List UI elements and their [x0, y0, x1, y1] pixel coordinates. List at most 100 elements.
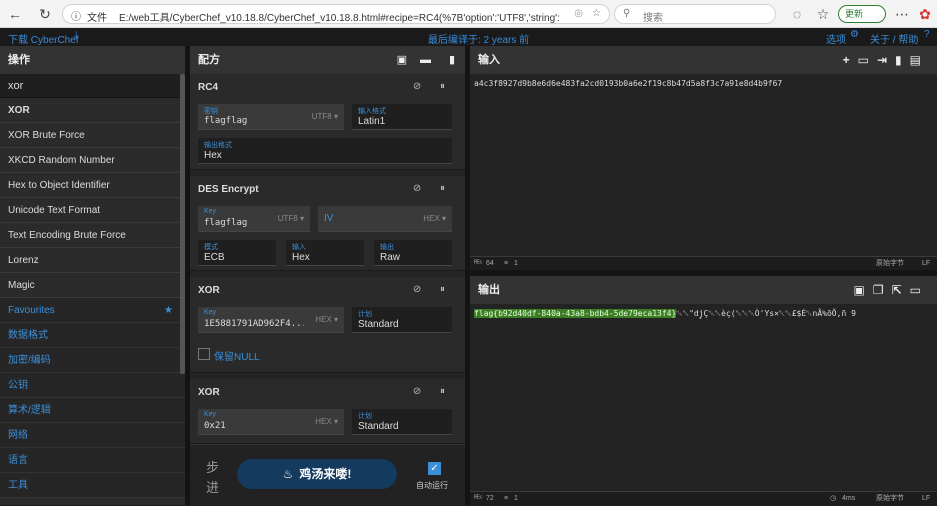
category-item[interactable]: 语言 [0, 448, 185, 473]
output-text[interactable]: flag{b92d40df-840a-43a8-bdb4-5de79eca13f… [474, 309, 856, 319]
operations-title: 操作 [0, 46, 185, 74]
extensions-icon[interactable]: ◌ [788, 5, 806, 23]
output-field[interactable]: 输出 Raw [374, 240, 452, 266]
autobake-checkbox[interactable]: ✓ [428, 462, 441, 475]
browser-toolbar: ← ↻ ⓘ 文件 E:/web工具/CyberChef_v10.18.8/Cyb… [0, 0, 937, 28]
save-icon[interactable]: ▣ [397, 46, 407, 74]
search-box[interactable]: ⚲ 搜索 [614, 4, 776, 24]
input-eol[interactable]: LF [922, 257, 930, 271]
output-toolbar[interactable]: ▣❐⇱▭ [854, 276, 930, 304]
encoding-dropdown[interactable]: UTF8 ▾ [312, 112, 338, 121]
help-icon[interactable]: ? [924, 29, 930, 40]
category-item[interactable]: 算术/逻辑 [0, 398, 185, 423]
step-label[interactable]: 进 [206, 477, 219, 496]
download-link[interactable]: 下载 CyberChef [8, 31, 79, 46]
recipe-op-xor-2: XOR ⊘ ⏸ Key 0x21 HEX ▾ 计划 Standard [190, 379, 465, 444]
op-controls[interactable]: ⊘ ⏸ [413, 81, 453, 92]
field-label: IV [324, 213, 334, 224]
encoding-dropdown[interactable]: UTF8 ▾ [278, 214, 304, 223]
top-banner: 下载 CyberChef ⤓ 最后编译于: 2 years 前 选项 ⚙ 关于 … [0, 28, 937, 46]
trash-icon[interactable]: ▮ [449, 46, 455, 74]
update-button[interactable]: 更新 [838, 5, 886, 23]
bake-label: 鸡汤来喽! [299, 467, 352, 481]
output-format-field[interactable]: 输出格式 Hex [198, 138, 452, 164]
category-label: Favourites [8, 305, 55, 316]
scheme-field[interactable]: 计划 Standard [352, 307, 452, 333]
field-label: 计划 [358, 413, 372, 420]
input-field[interactable]: 输入 Hex [286, 240, 364, 266]
encoding-dropdown[interactable]: HEX ▾ [423, 214, 446, 223]
download-icon: ⤓ [74, 30, 79, 41]
input-textarea[interactable]: a4c3f8927d9b8e6d6e483fa2cd0193b0a6e2f19c… [474, 79, 782, 88]
options-link[interactable]: 选项 [826, 31, 846, 46]
key-field[interactable]: Key flagflag UTF8 ▾ [198, 206, 310, 232]
null-preserving-checkbox[interactable] [198, 348, 210, 360]
field-label: Key [204, 411, 217, 418]
refresh-icon[interactable]: ↻ [36, 5, 54, 23]
op-controls[interactable]: ⊘ ⏸ [413, 284, 453, 295]
category-favourites[interactable]: Favourites ★ [0, 298, 185, 323]
recipe-panel: 配方 ▣ ▬ ▮ RC4 ⊘ ⏸ 密钥 flagflag UTF8 ▾ 输入格式… [190, 46, 465, 505]
op-controls[interactable]: ⊘ ⏸ [413, 183, 453, 194]
encoding-dropdown[interactable]: HEX ▾ [315, 315, 338, 324]
output-eol[interactable]: LF [922, 492, 930, 506]
input-lines: 1 [514, 260, 518, 267]
input-header: 输入 +▭⇥▮▤ [470, 46, 937, 74]
address-bar[interactable]: ⓘ 文件 E:/web工具/CyberChef_v10.18.8/CyberCh… [62, 4, 610, 24]
category-item[interactable]: 工具 [0, 473, 185, 498]
output-length: 72 [486, 495, 494, 502]
field-value: Standard [358, 421, 399, 432]
op-item[interactable]: XOR [0, 98, 185, 123]
file-label: 文件 [87, 13, 107, 24]
output-encoding[interactable]: 原始字节 [876, 492, 904, 506]
op-item[interactable]: Hex to Object Identifier [0, 173, 185, 198]
category-item[interactable]: 公钥 [0, 373, 185, 398]
iv-field[interactable]: IV HEX ▾ [318, 206, 452, 232]
operations-search-input[interactable]: xor [0, 74, 185, 98]
scheme-field[interactable]: 计划 Standard [352, 409, 452, 435]
op-item[interactable]: Magic [0, 273, 185, 298]
favorites-icon[interactable]: ☆ [814, 5, 832, 23]
clock-icon: ◷ [830, 495, 837, 502]
op-item[interactable]: XOR Brute Force [0, 123, 185, 148]
op-controls[interactable]: ⊘ ⏸ [413, 386, 453, 397]
lines-icon: ≡ [504, 260, 509, 267]
read-aloud-icon[interactable]: ◎ [574, 8, 583, 19]
input-encoding[interactable]: 原始字节 [876, 257, 904, 271]
profile-icon[interactable]: ✿ [916, 5, 934, 23]
menu-icon[interactable]: ⋯ [893, 5, 911, 23]
about-link[interactable]: 关于 / 帮助 [870, 31, 918, 46]
field-label: 输出格式 [204, 142, 232, 149]
key-field[interactable]: Key 0x21 HEX ▾ [198, 409, 344, 435]
output-header: 输出 ▣❐⇱▭ [470, 276, 937, 304]
recipe-op-xor-1: XOR ⊘ ⏸ Key 1E5881791AD962F4... HEX ▾ 计划… [190, 277, 465, 373]
field-label: 计划 [358, 311, 372, 318]
back-icon[interactable]: ← [6, 5, 24, 23]
length-icon: ᴿᴱᶜ [474, 260, 483, 267]
input-format-field[interactable]: 输入格式 Latin1 [352, 104, 452, 130]
field-label: 输入 [292, 244, 306, 251]
bake-button[interactable]: ♨ 鸡汤来喽! [237, 459, 397, 489]
step-label[interactable]: 步 [206, 457, 219, 476]
bake-bar: 步 进 ♨ 鸡汤来喽! ✓ 自动运行 [190, 444, 465, 505]
category-item[interactable]: 网络 [0, 423, 185, 448]
favorite-star-icon[interactable]: ☆ [592, 8, 601, 19]
op-title: XOR [198, 387, 220, 398]
input-length: 64 [486, 260, 494, 267]
op-item[interactable]: XKCD Random Number [0, 148, 185, 173]
gear-icon[interactable]: ⚙ [850, 29, 859, 40]
category-item[interactable]: 加密/编码 [0, 348, 185, 373]
op-item[interactable]: Lorenz [0, 248, 185, 273]
dropdown-label: HEX [315, 315, 332, 324]
field-value: flagflag [204, 218, 248, 228]
mode-field[interactable]: 模式 ECB [198, 240, 276, 266]
op-item[interactable]: Text Encoding Brute Force [0, 223, 185, 248]
key-field[interactable]: 密钥 flagflag UTF8 ▾ [198, 104, 344, 130]
op-item[interactable]: Unicode Text Format [0, 198, 185, 223]
op-title: XOR [198, 285, 220, 296]
folder-icon[interactable]: ▬ [420, 46, 431, 74]
input-toolbar[interactable]: +▭⇥▮▤ [843, 46, 929, 74]
encoding-dropdown[interactable]: HEX ▾ [315, 417, 338, 426]
category-item[interactable]: 数据格式 [0, 323, 185, 348]
key-field[interactable]: Key 1E5881791AD962F4... HEX ▾ [198, 307, 344, 333]
